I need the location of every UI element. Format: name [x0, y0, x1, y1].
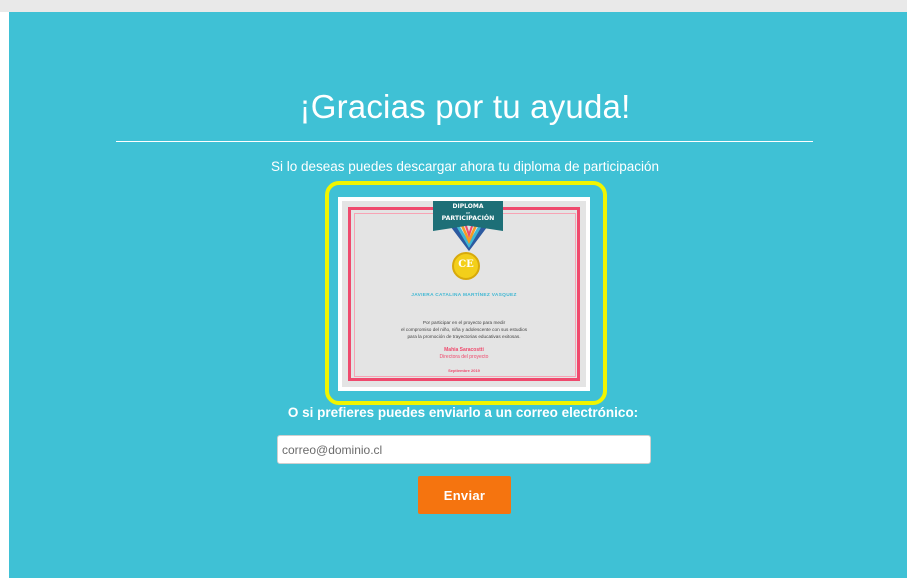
- diploma-date: Septiembre 2019: [448, 368, 480, 373]
- diploma-signer-role: Directora del proyecto: [439, 354, 489, 360]
- diploma-recipient: JAVIERA CATALINA MARTÍNEZ VASQUEZ: [411, 293, 517, 298]
- banner-line-1: DIPLOMA: [452, 203, 484, 210]
- medal-text: CE: [458, 259, 474, 270]
- diploma-preview[interactable]: DIPLOMA DE PARTICIPACIÓN CE JAVIERA CATA…: [338, 197, 590, 391]
- title-divider: [116, 141, 813, 142]
- top-bar: [0, 0, 907, 12]
- download-subtitle: Si lo deseas puedes descargar ahora tu d…: [271, 159, 659, 174]
- diploma-card: DIPLOMA DE PARTICIPACIÓN CE JAVIERA CATA…: [342, 201, 586, 387]
- diploma-reason: Por participar en el proyecto para medir…: [372, 319, 556, 340]
- diploma-signer-name: Mahia Saracostti: [444, 347, 484, 353]
- medal-icon: CE: [452, 252, 480, 280]
- reason-line-3: para la promoción de trayectorias educat…: [407, 334, 521, 339]
- page-title: ¡Gracias por tu ayuda!: [299, 88, 631, 125]
- banner-line-3: PARTICIPACIÓN: [441, 215, 495, 222]
- email-field[interactable]: [277, 435, 651, 464]
- reason-line-1: Por participar en el proyecto para medir: [422, 320, 506, 325]
- reason-line-2: el compromiso del niño, niña y adolescen…: [400, 327, 528, 332]
- send-button[interactable]: Enviar: [418, 476, 511, 514]
- email-prompt: O si prefieres puedes enviarlo a un corr…: [287, 405, 639, 420]
